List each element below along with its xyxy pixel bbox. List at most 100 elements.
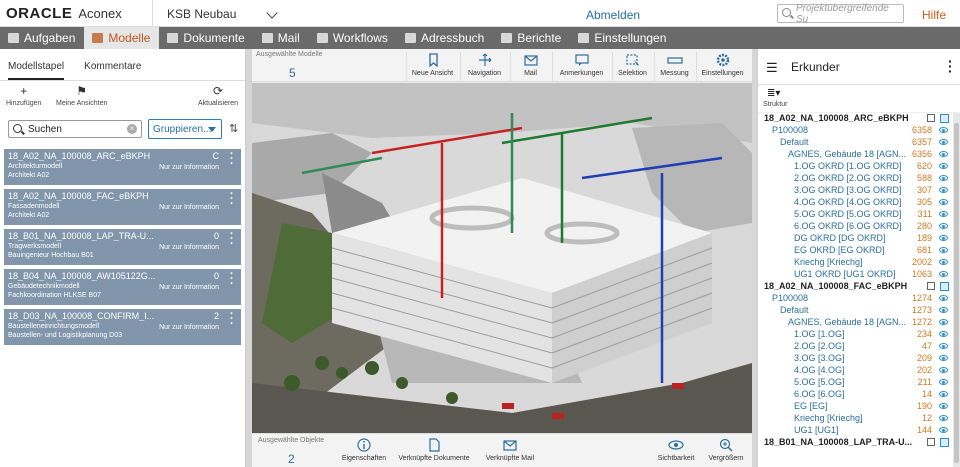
global-search-input[interactable]: Projektübergreifende Su [777, 3, 904, 25]
kebab-menu-icon[interactable]: · · · [230, 189, 234, 210]
eye-icon[interactable] [939, 163, 948, 169]
eye-icon[interactable] [939, 223, 948, 229]
nav-adressbuch[interactable]: Adressbuch [397, 27, 493, 49]
tree-node[interactable]: EG OKRD [EG OKRD] 681 [758, 245, 954, 257]
tree-model-node[interactable]: 18_B01_NA_100008_LAP_TRA-U... [758, 437, 954, 449]
tree-node[interactable]: AGNES, Gebäude 18 [AGN... 1272 [758, 317, 954, 329]
eye-icon[interactable] [939, 379, 948, 385]
refresh-button[interactable]: ⟳ Aktualisieren [198, 85, 238, 107]
tab-kommentare[interactable]: Kommentare [84, 61, 141, 80]
structure-button[interactable]: ≣▾ Struktur [758, 85, 960, 113]
navigation-button[interactable]: Navigation [460, 52, 508, 82]
linked-mail-button[interactable]: Verknüpfte Mail [482, 438, 538, 462]
tree-node[interactable]: 4.OG [4.OG] 202 [758, 365, 954, 377]
nav-aufgaben[interactable]: Aufgaben [0, 27, 84, 49]
viewer-settings-button[interactable]: Einstellungen [696, 52, 748, 82]
eye-icon[interactable] [939, 343, 948, 349]
eye-icon[interactable] [939, 367, 948, 373]
measure-button[interactable]: Messung [654, 52, 694, 82]
model-card[interactable]: 18_B01_NA_100008_LAP_TRA-U... Tragwerksm… [4, 229, 241, 265]
nav-berichte[interactable]: Berichte [493, 27, 570, 49]
tab-modellstapel[interactable]: Modellstapel [8, 61, 65, 80]
eye-icon[interactable] [939, 331, 948, 337]
mail-button[interactable]: Mail [510, 52, 550, 82]
eye-icon[interactable] [939, 211, 948, 217]
kebab-menu-icon[interactable]: · · · [948, 54, 953, 78]
eye-icon[interactable] [939, 295, 948, 301]
checkbox[interactable] [927, 114, 935, 122]
eye-icon[interactable] [939, 139, 948, 145]
oracle-aconex-logo[interactable]: ORACLE Aconex [6, 4, 146, 23]
tree-node[interactable]: 6.OG OKRD [6.OG OKRD] 280 [758, 221, 954, 233]
eye-icon[interactable] [939, 247, 948, 253]
project-selector[interactable]: KSB Neubau [152, 0, 292, 27]
checkbox[interactable] [927, 438, 935, 446]
properties-button[interactable]: Eigenschaften [338, 438, 390, 462]
tree-node[interactable]: 3.OG OKRD [3.OG OKRD] 307 [758, 185, 954, 197]
tree-node[interactable]: 5.OG OKRD [5.OG OKRD] 311 [758, 209, 954, 221]
tree-node[interactable]: AGNES, Gebäude 18 [AGN... 6356 [758, 149, 954, 161]
tree-node[interactable]: Default 6357 [758, 137, 954, 149]
eye-icon[interactable] [939, 235, 948, 241]
tree-node[interactable]: Kriechg [Kriechg] 2002 [758, 257, 954, 269]
eye-icon[interactable] [939, 319, 948, 325]
model-card[interactable]: 18_B04_NA_100008_AW105122G... Gebäudetec… [4, 269, 241, 305]
kebab-menu-icon[interactable]: · · · [230, 269, 234, 290]
eye-icon[interactable] [939, 199, 948, 205]
tree-node[interactable]: 6.OG [6.OG] 14 [758, 389, 954, 401]
eye-icon[interactable] [939, 307, 948, 313]
new-view-button[interactable]: Neue Ansicht [406, 52, 458, 82]
kebab-menu-icon[interactable]: · · · [230, 309, 234, 330]
tree-model-node[interactable]: 18_A02_NA_100008_FAC_eBKPH [758, 281, 954, 293]
tree-node[interactable]: 2.OG [2.OG] 47 [758, 341, 954, 353]
eye-icon[interactable] [939, 415, 948, 421]
tree-node[interactable]: P100008 1274 [758, 293, 954, 305]
eye-icon[interactable] [939, 187, 948, 193]
tree-node[interactable]: 1.OG [1.OG] 234 [758, 329, 954, 341]
annotations-button[interactable]: Anmerkungen [552, 52, 610, 82]
my-views-button[interactable]: ⚑ Meine Ansichten [56, 85, 107, 107]
tree-node[interactable]: 1.OG OKRD [1.OG OKRD] 620 [758, 161, 954, 173]
model-card[interactable]: 18_D03_NA_100008_CONFIRM_I... Baustellen… [4, 309, 241, 345]
help-link[interactable]: Hilfe [922, 8, 946, 22]
checkbox[interactable] [927, 282, 935, 290]
tree-node[interactable]: 4.OG OKRD [4.OG OKRD] 305 [758, 197, 954, 209]
zoom-button[interactable]: Vergrößern [704, 438, 748, 462]
nav-mail[interactable]: Mail [254, 27, 309, 49]
model-search-input[interactable]: Suchen × [8, 120, 142, 138]
tree-node[interactable]: Kriechg [Kriechg] 12 [758, 413, 954, 425]
tree-node[interactable]: EG [EG] 190 [758, 401, 954, 413]
eye-icon[interactable] [939, 175, 948, 181]
explorer-scrollbar[interactable] [953, 113, 960, 467]
tree-model-node[interactable]: 18_A02_NA_100008_ARC_eBKPH [758, 113, 954, 125]
nav-dokumente[interactable]: Dokumente [159, 27, 253, 49]
group-dropdown[interactable]: Gruppieren... [148, 119, 222, 139]
eye-icon[interactable] [939, 391, 948, 397]
tree-node[interactable]: UG1 [UG1] 144 [758, 425, 954, 437]
tree-node[interactable]: 5.OG [5.OG] 211 [758, 377, 954, 389]
nav-workflows[interactable]: Workflows [309, 27, 397, 49]
tree-node[interactable]: UG1 OKRD [UG1 OKRD] 1063 [758, 269, 954, 281]
tree-node[interactable]: DG OKRD [DG OKRD] 189 [758, 233, 954, 245]
selection-button[interactable]: Selektion [612, 52, 652, 82]
model-card[interactable]: 18_A02_NA_100008_FAC_eBKPH Fassadenmodel… [4, 189, 241, 225]
kebab-menu-icon[interactable]: · · · [230, 229, 234, 250]
eye-icon[interactable] [939, 259, 948, 265]
eye-icon[interactable] [939, 271, 948, 277]
kebab-menu-icon[interactable]: · · · [230, 149, 234, 170]
eye-icon[interactable] [939, 355, 948, 361]
tree-node[interactable]: Default 1273 [758, 305, 954, 317]
tree-node[interactable]: 2.OG OKRD [2.OG OKRD] 588 [758, 173, 954, 185]
add-model-button[interactable]: + Hinzufügen [6, 85, 41, 107]
linked-documents-button[interactable]: Verknüpfte Dokumente [396, 438, 472, 462]
eye-icon[interactable] [939, 151, 948, 157]
clear-icon[interactable]: × [127, 124, 137, 134]
sort-icon[interactable]: ⇅ [229, 122, 238, 135]
eye-icon[interactable] [939, 403, 948, 409]
nav-modelle[interactable]: Modelle [84, 27, 160, 49]
model-card[interactable]: 18_A02_NA_100008_ARC_eBKPH Architekturmo… [4, 149, 241, 185]
visibility-toggle-icon[interactable] [940, 438, 949, 447]
visibility-toggle-icon[interactable] [940, 114, 949, 123]
eye-icon[interactable] [939, 127, 948, 133]
3d-model-canvas[interactable] [252, 83, 752, 433]
